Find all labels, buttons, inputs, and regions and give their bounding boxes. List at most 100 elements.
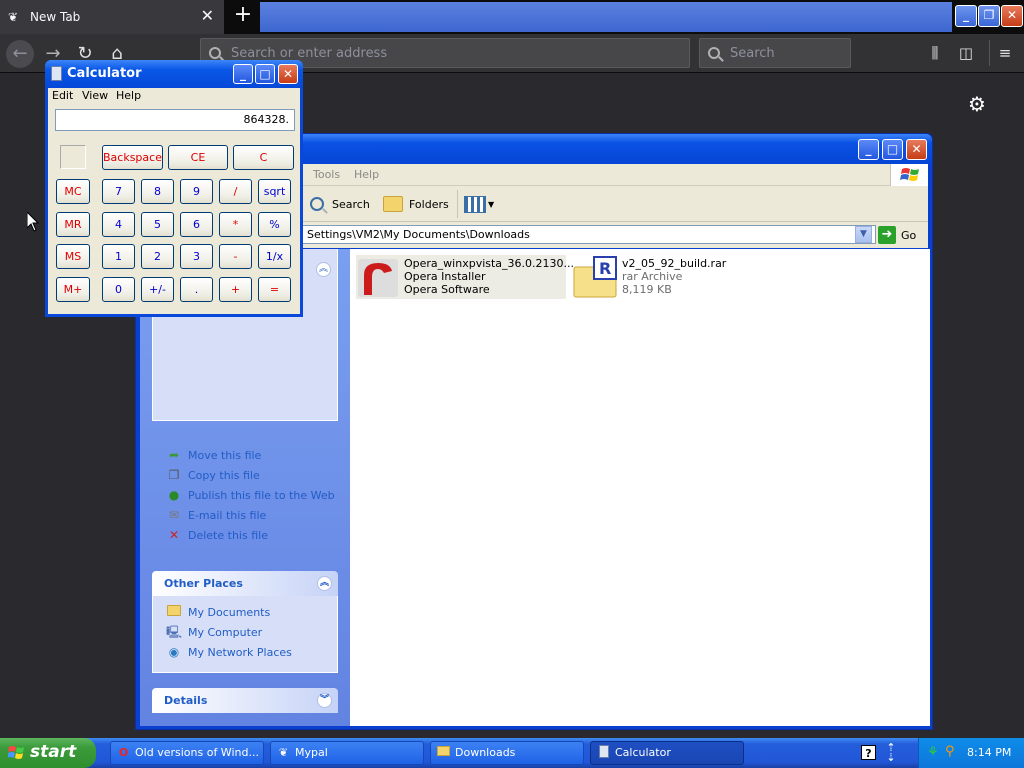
calc-key-decimal[interactable]: . — [180, 277, 213, 302]
task-label: Copy this file — [188, 468, 260, 482]
taskbar: start O Old versions of Wind... ❦ Mypal … — [0, 738, 1024, 768]
menu-help[interactable]: Help — [354, 168, 379, 181]
menu-view[interactable]: View — [82, 89, 108, 102]
place-my-computer[interactable]: 🖳 My Computer — [166, 623, 262, 641]
file-name: Opera_winxpvista_36.0.2130... — [404, 257, 575, 270]
settings-gear-icon[interactable]: ⚙ — [966, 93, 988, 115]
calc-key-0[interactable]: 0 — [102, 277, 135, 302]
taskbar-label: Downloads — [455, 746, 516, 759]
file-item-opera-installer[interactable]: Opera_winxpvista_36.0.2130... Opera Inst… — [356, 255, 574, 299]
expand-chevron-icon[interactable]: ︾ — [317, 693, 332, 708]
calc-key-1[interactable]: 1 — [102, 244, 135, 269]
calc-key-2[interactable]: 2 — [141, 244, 174, 269]
place-my-documents[interactable]: My Documents — [166, 603, 270, 621]
calculator-title: Calculator — [67, 66, 142, 81]
task-move-file[interactable]: ➦ Move this file — [166, 446, 261, 464]
folders-button-label: Folders — [409, 197, 449, 211]
task-publish-file[interactable]: ● Publish this file to the Web — [166, 486, 335, 504]
backspace-button[interactable]: Backspace — [102, 145, 163, 170]
menu-tools[interactable]: Tools — [313, 168, 340, 181]
network-tray-icon[interactable]: ⚘ — [927, 745, 941, 761]
address-dropdown-icon[interactable]: ▼ — [855, 226, 872, 243]
calc-key-6[interactable]: 6 — [180, 212, 213, 237]
clear-entry-button[interactable]: CE — [168, 145, 228, 170]
collapse-chevron-icon[interactable]: ︽ — [317, 576, 332, 591]
memory-indicator — [60, 145, 86, 169]
svg-text:R: R — [599, 259, 611, 278]
close-tab-icon[interactable]: ✕ — [201, 8, 214, 24]
task-label: Publish this file to the Web — [188, 488, 335, 502]
explorer-close-button[interactable]: ✕ — [906, 139, 927, 160]
calc-key-sqrt[interactable]: sqrt — [258, 179, 291, 204]
menu-icon[interactable]: ≡ — [994, 43, 1016, 63]
calc-key-5[interactable]: 5 — [141, 212, 174, 237]
folders-button[interactable]: Folders — [383, 193, 449, 215]
taskbar-button-mypal[interactable]: ❦ Mypal — [270, 741, 424, 765]
address-field[interactable]: Settings\VM2\My Documents\Downloads — [302, 225, 876, 244]
details-header[interactable]: Details ︾ — [152, 688, 338, 713]
go-label: Go — [901, 228, 917, 242]
browser-tab[interactable]: ❦ New Tab ✕ — [0, 0, 224, 34]
new-tab-button[interactable]: + — [232, 4, 254, 28]
calculator-close-button[interactable]: ✕ — [278, 64, 298, 84]
help-icon[interactable]: ? — [861, 745, 876, 760]
taskbar-scroll-arrows-icon[interactable]: ⇡ ⇣ — [884, 742, 898, 763]
other-places-header[interactable]: Other Places ︽ — [152, 571, 338, 596]
search-tray-icon[interactable]: ⚲ — [945, 744, 961, 760]
place-label: My Network Places — [188, 645, 292, 659]
browser-close-button[interactable]: ✕ — [1001, 5, 1023, 27]
calc-key-MR[interactable]: MR — [56, 212, 90, 237]
explorer-minimize-button[interactable]: _ — [858, 139, 879, 160]
browser-restore-button[interactable]: ❐ — [978, 5, 1000, 27]
calc-key-plus[interactable]: + — [219, 277, 252, 302]
calculator-minimize-button[interactable]: _ — [233, 64, 253, 84]
calc-key-multiply[interactable]: * — [219, 212, 252, 237]
calc-key-percent[interactable]: % — [258, 212, 291, 237]
calc-key-minus[interactable]: - — [219, 244, 252, 269]
taskbar-button-calculator[interactable]: Calculator — [590, 741, 744, 765]
clear-button[interactable]: C — [233, 145, 294, 170]
browser-minimize-button[interactable]: _ — [955, 5, 977, 27]
start-button[interactable]: start — [0, 738, 96, 768]
calc-key-4[interactable]: 4 — [102, 212, 135, 237]
calc-key-1dividex[interactable]: 1/x — [258, 244, 291, 269]
opera-icon: O — [118, 746, 129, 759]
calc-key-divide[interactable]: / — [219, 179, 252, 204]
search-button[interactable]: Search — [310, 193, 370, 215]
place-label: My Documents — [188, 605, 271, 619]
task-delete-file[interactable]: ✕ Delete this file — [166, 526, 268, 544]
publish-web-icon: ● — [168, 488, 180, 502]
go-button[interactable]: ➜ Go — [878, 225, 926, 245]
mypal-tab-icon: ❦ — [8, 10, 19, 24]
search-bar[interactable]: Search — [699, 38, 851, 68]
back-icon[interactable]: ← — [6, 40, 34, 68]
calc-key-sign[interactable]: +/- — [141, 277, 174, 302]
calc-key-MS[interactable]: MS — [56, 244, 90, 269]
search-icon — [209, 47, 221, 59]
sidebar-icon[interactable]: ◫ — [955, 43, 977, 63]
file-item-rar-archive[interactable]: R v2_05_92_build.rar rar Archive 8,119 K… — [572, 255, 752, 299]
chevron-down-icon: ▼ — [488, 199, 495, 209]
calc-key-equals[interactable]: = — [258, 277, 291, 302]
calc-key-3[interactable]: 3 — [180, 244, 213, 269]
menu-edit[interactable]: Edit — [52, 89, 73, 102]
explorer-maximize-button[interactable]: □ — [882, 139, 903, 160]
search-icon — [708, 47, 720, 59]
calc-key-8[interactable]: 8 — [141, 179, 174, 204]
calc-key-7[interactable]: 7 — [102, 179, 135, 204]
taskbar-button-opera[interactable]: O Old versions of Wind... — [110, 741, 264, 765]
calculator-maximize-button[interactable]: □ — [255, 64, 275, 84]
collapse-chevron-icon[interactable]: ︽ — [316, 262, 331, 277]
folder-icon — [436, 745, 451, 760]
task-email-file[interactable]: ✉ E-mail this file — [166, 506, 266, 524]
file-name: v2_05_92_build.rar — [622, 257, 727, 270]
taskbar-button-downloads[interactable]: Downloads — [430, 741, 584, 765]
task-copy-file[interactable]: ❐ Copy this file — [166, 466, 260, 484]
calc-key-9[interactable]: 9 — [180, 179, 213, 204]
calc-key-MC[interactable]: MC — [56, 179, 90, 204]
place-my-network[interactable]: ◉ My Network Places — [166, 643, 292, 661]
menu-help[interactable]: Help — [116, 89, 141, 102]
library-icon[interactable]: ⫼ — [924, 43, 946, 63]
calc-key-Mplus[interactable]: M+ — [56, 277, 90, 302]
views-button[interactable]: ▼ — [464, 194, 498, 214]
